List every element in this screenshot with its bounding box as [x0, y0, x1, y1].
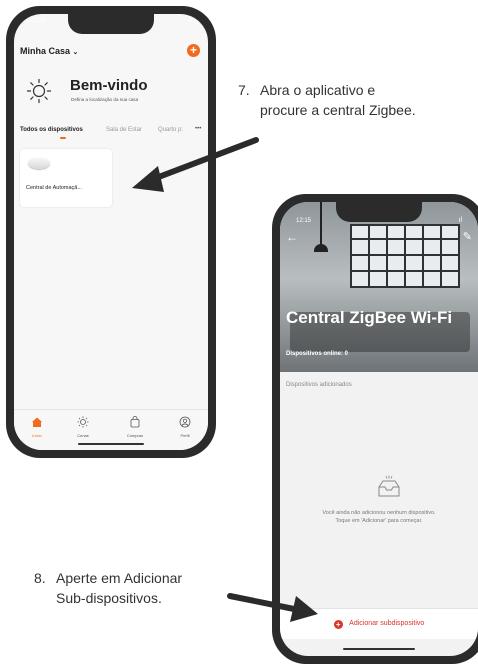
device-name: Central de Automaçã...: [26, 185, 82, 191]
section-title: Dispositivos adicionados: [286, 382, 352, 388]
nav-scenes[interactable]: Cenas: [68, 415, 98, 438]
device-card[interactable]: Central de Automaçã...: [20, 149, 112, 207]
phone-home-app: 12:15 ıl Minha Casa ⌄ + Bem-vindo Defina…: [6, 6, 216, 458]
nav-profile[interactable]: Perfil: [170, 415, 200, 438]
nav-profile-label: Perfil: [180, 433, 190, 438]
profile-icon: [179, 416, 191, 428]
plus-icon: +: [189, 43, 197, 57]
more-tabs-icon[interactable]: •••: [195, 126, 201, 132]
home-icon: [32, 417, 42, 427]
empty-message-line-1: Você ainda não adicionou nenhum disposit…: [322, 510, 436, 516]
tab-active-indicator: [60, 137, 66, 139]
home-indicator: [78, 443, 144, 445]
online-status: Dispositivos online: 0: [286, 351, 349, 357]
tab-living-room[interactable]: Sala de Estar: [106, 127, 142, 133]
instruction-step-8: 8. Aperte em Adicionar Sub-dispositivos.: [34, 568, 182, 608]
bottom-nav: Início Cenas Compras Perfil: [14, 409, 208, 450]
welcome-subtitle[interactable]: Defina a localização da sua casa: [71, 97, 138, 102]
nav-home[interactable]: Início: [22, 415, 52, 438]
step-8-line-1: Aperte em Adicionar: [56, 570, 183, 586]
weather-sun-icon: [26, 78, 52, 104]
edit-icon[interactable]: ✎: [463, 230, 472, 243]
step-8-line-2: Sub-dispositivos.: [56, 590, 162, 606]
welcome-title: Bem-vindo: [70, 77, 148, 94]
add-device-button[interactable]: +: [187, 44, 200, 57]
hero-title: Central ZigBee Wi-Fi: [286, 308, 453, 327]
window-decoration: [350, 224, 460, 288]
step-8-number: 8.: [34, 570, 46, 586]
nav-scenes-label: Cenas: [77, 433, 89, 438]
add-subdevice-button[interactable]: + Adicionar subdispositivo: [280, 608, 478, 639]
step-7-line-1: Abra o aplicativo e: [260, 82, 376, 98]
step-7-number: 7.: [238, 82, 250, 98]
back-arrow-icon[interactable]: ←: [286, 230, 298, 244]
signal-icon: ıl: [458, 217, 463, 224]
status-time: 12:15: [30, 18, 46, 24]
add-subdevice-label: Adicionar subdispositivo: [349, 620, 425, 627]
hero-room-photo: ← ✎ Central ZigBee Wi-Fi Dispositivos on…: [280, 202, 478, 372]
tab-bedroom[interactable]: Quarto p:: [158, 127, 183, 133]
bag-icon: [130, 416, 140, 428]
chevron-down-icon: ⌄: [72, 49, 79, 56]
hub-screen: 12:15 ıl ← ✎ Central ZigBee Wi-Fi Dispos…: [280, 202, 478, 656]
plus-circle-icon: +: [333, 619, 343, 629]
zigbee-hub-icon: [28, 157, 50, 169]
pendant-lamp: [320, 202, 322, 246]
empty-inbox-icon: [376, 474, 402, 500]
signal-icon: ıl: [188, 17, 193, 24]
phone-zigbee-hub: 12:15 ıl ← ✎ Central ZigBee Wi-Fi Dispos…: [272, 194, 478, 664]
room-tabs: Todos os dispositivos Sala de Estar Quar…: [20, 126, 202, 141]
tab-all-devices[interactable]: Todos os dispositivos: [20, 127, 83, 133]
phone-notch: [68, 14, 154, 34]
pendant-lamp-shade: [314, 244, 328, 252]
phone-notch: [336, 202, 422, 222]
nav-home-label: Início: [32, 433, 42, 438]
home-screen: 12:15 ıl Minha Casa ⌄ + Bem-vindo Defina…: [14, 14, 208, 450]
sun-icon: [77, 416, 89, 428]
home-indicator: [343, 648, 415, 650]
home-title: Minha Casa: [20, 46, 71, 56]
step-7-line-2: procure a central Zigbee.: [260, 102, 416, 118]
nav-shopping-label: Compras: [126, 433, 144, 438]
status-time: 12:15: [296, 218, 312, 224]
instruction-step-7: 7. Abra o aplicativo e procure a central …: [238, 80, 416, 120]
nav-shopping[interactable]: Compras: [120, 415, 150, 438]
empty-message-line-2: Toque em 'Adicionar' para começar.: [335, 518, 423, 524]
home-selector[interactable]: Minha Casa ⌄: [20, 46, 78, 56]
